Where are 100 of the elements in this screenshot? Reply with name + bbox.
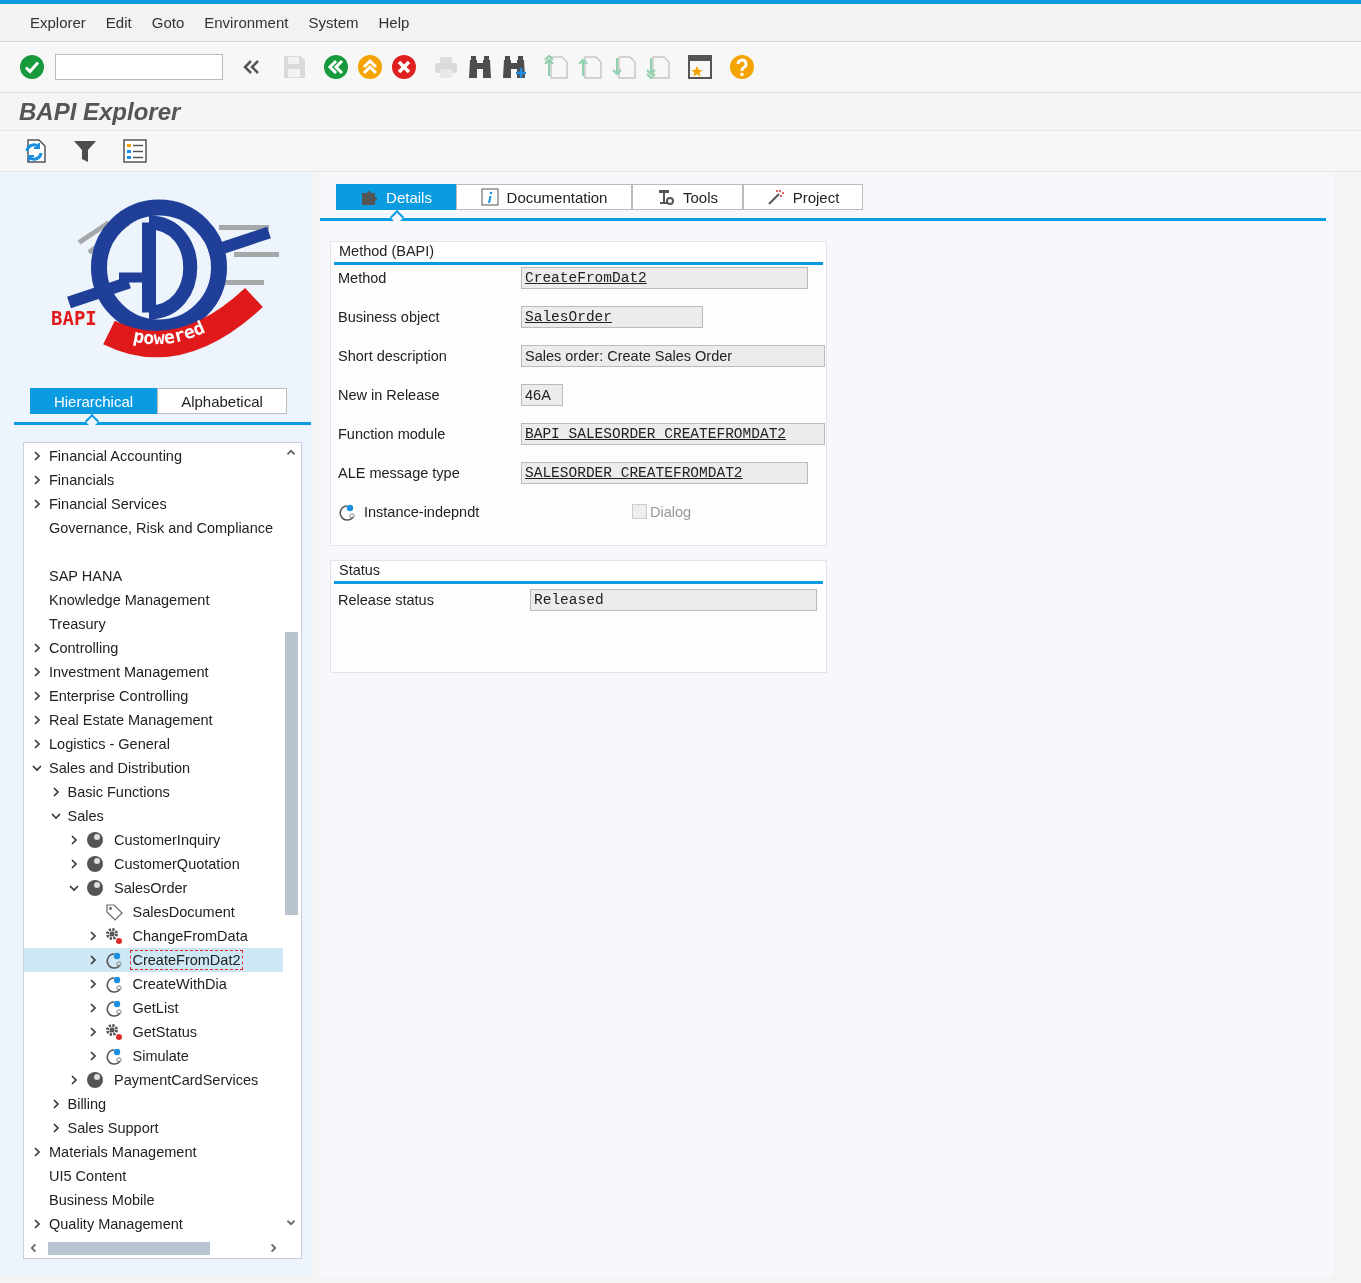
cancel-icon[interactable] xyxy=(391,54,417,80)
tree-item[interactable]: CustomerQuotation xyxy=(111,854,243,874)
sphere-icon xyxy=(86,1071,104,1089)
tree-item[interactable]: Financials xyxy=(46,470,118,490)
tree-item[interactable]: Treasury xyxy=(46,614,109,634)
field-label: Function module xyxy=(338,425,447,442)
output-field[interactable]: SalesOrder xyxy=(521,305,703,328)
crescent-gear-icon xyxy=(104,1047,123,1065)
binoculars-icon[interactable] xyxy=(467,54,493,80)
logo-text: powered xyxy=(131,316,208,349)
output-field[interactable]: Released xyxy=(530,588,817,611)
menu-item[interactable]: Goto xyxy=(141,14,195,31)
output-field[interactable]: BAPI_SALESORDER_CREATEFROMDAT2 xyxy=(521,422,825,445)
chevron-right-icon[interactable] xyxy=(87,1003,98,1013)
chevron-down-icon[interactable] xyxy=(50,811,61,821)
crescent-gear-icon xyxy=(104,951,123,969)
tree-item[interactable]: CreateWithDia xyxy=(129,974,230,994)
tree-item[interactable]: Investment Management xyxy=(46,662,212,682)
tab[interactable]: Project xyxy=(743,184,863,210)
output-field[interactable]: 46A xyxy=(521,383,563,406)
tree-item[interactable]: SalesDocument xyxy=(129,902,238,922)
tab[interactable]: Tools xyxy=(632,184,743,210)
tree-item[interactable]: Financial Accounting xyxy=(46,446,185,466)
chevron-right-icon[interactable] xyxy=(87,979,98,989)
tree-item[interactable]: CreateFromDat2 xyxy=(129,950,244,970)
command-field[interactable] xyxy=(55,54,223,80)
group-title: Status xyxy=(339,562,381,578)
menu-item[interactable]: Environment xyxy=(194,14,299,31)
crescent-gear-icon xyxy=(104,999,123,1017)
tree-item[interactable]: Materials Management xyxy=(46,1142,200,1162)
binoculars-plus-icon[interactable] xyxy=(501,54,527,80)
output-field[interactable]: CreateFromDat2 xyxy=(521,266,808,289)
chevron-right-icon[interactable] xyxy=(32,499,42,509)
chevron-right-icon[interactable] xyxy=(69,1075,79,1085)
chevron-right-icon[interactable] xyxy=(32,715,42,725)
tree-item[interactable]: Controlling xyxy=(46,638,122,658)
scrollbar-thumb[interactable] xyxy=(48,1242,210,1255)
tree-item[interactable]: PaymentCardServices xyxy=(111,1070,262,1090)
tree-item[interactable]: GetStatus xyxy=(129,1022,200,1042)
instance-label: Instance-indepndt xyxy=(364,503,481,520)
checkbox-label: Dialog xyxy=(650,503,692,520)
chevron-right-icon[interactable] xyxy=(87,955,98,965)
logo-text: BAPI xyxy=(51,306,97,329)
chevron-right-icon[interactable] xyxy=(50,1123,61,1133)
tree-item[interactable]: UI5 Content xyxy=(46,1166,130,1186)
chevron-down-icon[interactable] xyxy=(32,763,42,773)
check-icon[interactable] xyxy=(19,54,45,80)
tree-item[interactable]: Quality Management xyxy=(46,1214,186,1234)
menu-item[interactable]: Explorer xyxy=(20,14,96,31)
chevron-right-icon[interactable] xyxy=(87,1027,98,1037)
window-title: BAPI Explorer xyxy=(19,97,181,126)
tree-item[interactable]: Real Estate Management xyxy=(46,710,216,730)
tree-item[interactable]: SAP HANA xyxy=(46,566,126,586)
crescent-gear-icon xyxy=(338,502,356,521)
gear-icon xyxy=(104,927,123,945)
back-icon[interactable] xyxy=(323,54,349,80)
tree-item[interactable]: Governance, Risk and Compliance xyxy=(46,518,277,538)
tree-item[interactable]: GetList xyxy=(129,998,182,1018)
menu-item[interactable]: Edit xyxy=(95,14,142,31)
tree-item[interactable]: Enterprise Controlling xyxy=(46,686,192,706)
chevron-right-icon[interactable] xyxy=(50,787,61,797)
tree-item[interactable]: Business Mobile xyxy=(46,1190,158,1210)
filter-icon[interactable] xyxy=(72,138,98,164)
tree-item[interactable]: SalesOrder xyxy=(111,878,191,898)
list-icon[interactable] xyxy=(122,138,148,164)
tree-item[interactable]: Knowledge Management xyxy=(46,590,213,610)
puzzle-icon xyxy=(360,188,379,206)
chevron-right-icon[interactable] xyxy=(87,1051,98,1061)
chevron-right-icon[interactable] xyxy=(32,667,42,677)
view-tab[interactable]: Alphabetical xyxy=(157,388,287,414)
menu-item[interactable]: System xyxy=(298,14,369,31)
chevron-right-icon[interactable] xyxy=(69,835,79,845)
chevron-right-icon[interactable] xyxy=(32,691,42,701)
chevron-right-icon[interactable] xyxy=(87,931,98,941)
tree-item[interactable]: Billing xyxy=(64,1094,110,1114)
field-label: New in Release xyxy=(338,386,441,403)
chevron-right-icon[interactable] xyxy=(69,859,79,869)
field-label: Business object xyxy=(338,308,441,325)
menu-item[interactable]: Help xyxy=(368,14,420,31)
tree-item[interactable]: Sales and Distribution xyxy=(46,758,194,778)
tree-item[interactable]: Sales Support xyxy=(64,1118,162,1138)
output-field[interactable]: SALESORDER_CREATEFROMDAT2 xyxy=(521,461,808,484)
chevron-right-icon[interactable] xyxy=(32,739,42,749)
tree-item[interactable]: ChangeFromData xyxy=(129,926,251,946)
tab[interactable]: Documentation xyxy=(456,184,632,210)
tree-item[interactable]: Basic Functions xyxy=(64,782,173,802)
tree-item[interactable]: CustomerInquiry xyxy=(111,830,224,850)
chevron-right-icon[interactable] xyxy=(32,1147,42,1157)
chevron-right-icon[interactable] xyxy=(32,1219,42,1229)
tree-item[interactable]: Financial Services xyxy=(46,494,170,514)
chevron-right-icon[interactable] xyxy=(32,451,42,461)
tree-item[interactable]: Logistics - General xyxy=(46,734,173,754)
tree-item[interactable]: Sales xyxy=(64,806,107,826)
scrollbar-thumb[interactable] xyxy=(285,632,298,915)
chevron-right-icon[interactable] xyxy=(50,1099,61,1109)
chevron-down-icon[interactable] xyxy=(69,883,79,893)
chevron-right-icon[interactable] xyxy=(32,475,42,485)
tree-item[interactable]: Simulate xyxy=(129,1046,192,1066)
output-field[interactable]: Sales order: Create Sales Order xyxy=(521,344,825,367)
chevron-right-icon[interactable] xyxy=(32,643,42,653)
